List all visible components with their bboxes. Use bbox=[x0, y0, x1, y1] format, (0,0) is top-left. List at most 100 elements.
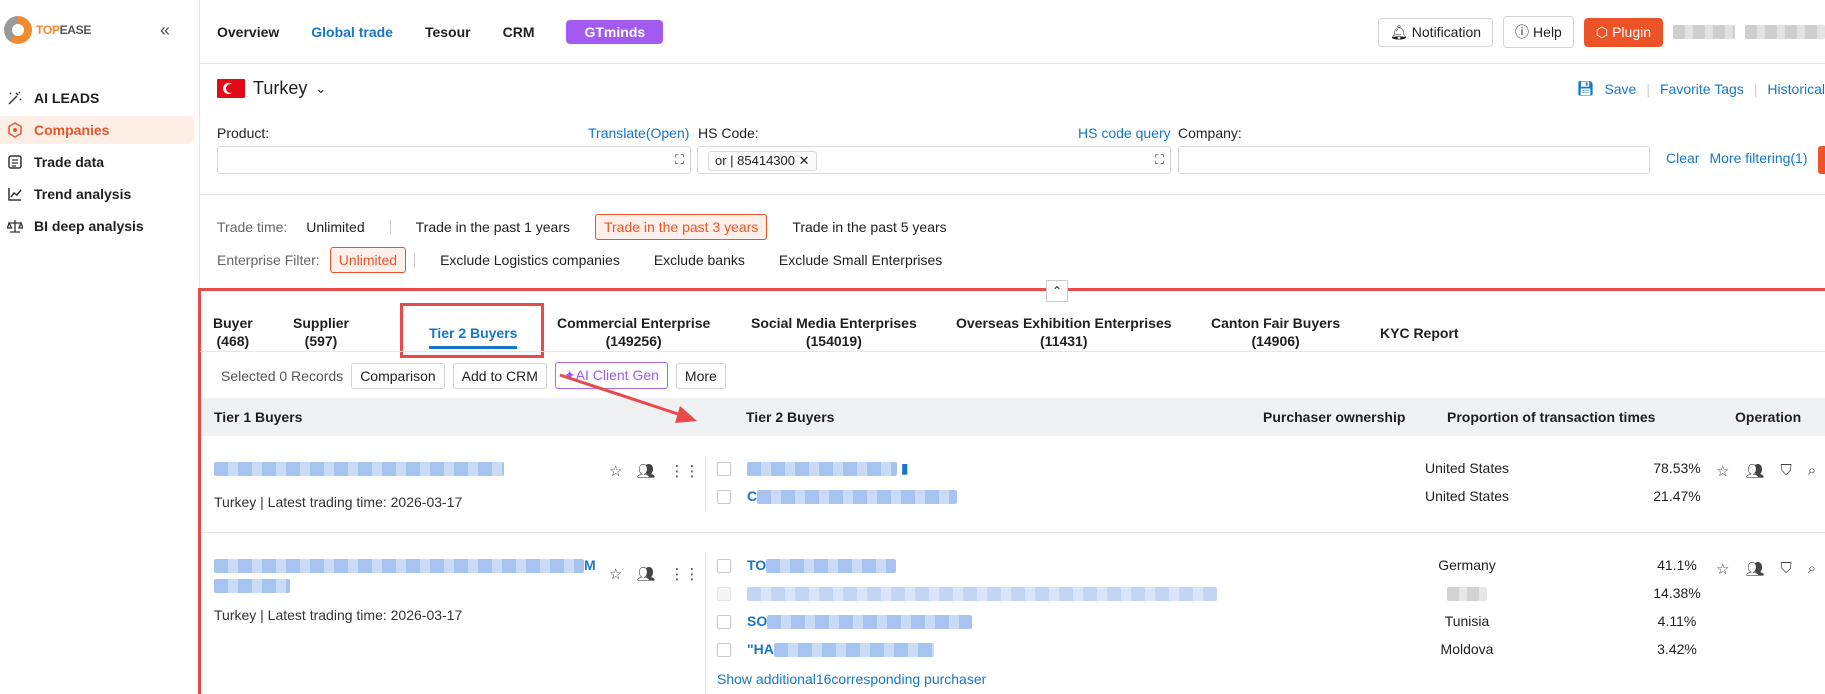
favorite-tags-link[interactable]: Favorite Tags bbox=[1660, 81, 1744, 97]
row-divider bbox=[705, 553, 706, 694]
exclude-logistics[interactable]: Exclude Logistics companies bbox=[431, 247, 629, 273]
trade-time-unlimited[interactable]: Unlimited bbox=[297, 214, 373, 240]
gtminds-button[interactable]: GTminds bbox=[566, 20, 664, 44]
trade-data-icon bbox=[6, 153, 24, 171]
star-icon[interactable]: ☆ bbox=[1716, 462, 1729, 480]
tab-tier-2-buyers[interactable]: Tier 2 Buyers bbox=[429, 324, 517, 342]
header-proportion: Proportion of transaction times bbox=[1447, 409, 1656, 425]
shield-icon[interactable]: ⛉ bbox=[1781, 560, 1792, 578]
tier2-buyer-name[interactable]: SO bbox=[747, 613, 973, 630]
more-button[interactable]: More bbox=[675, 362, 726, 389]
search-icon[interactable]: ⌕ bbox=[1808, 462, 1816, 480]
nav-overview[interactable]: Overview bbox=[217, 24, 279, 40]
country-selector[interactable]: Turkey ⌄ bbox=[217, 78, 326, 99]
hs-code-query-link[interactable]: HS code query bbox=[1078, 125, 1171, 141]
tab-label: Buyer bbox=[213, 315, 253, 331]
operation-icons: ☆ 👥︎ ⛉ ⌕ bbox=[1716, 560, 1816, 578]
plugin-icon: ⬡ bbox=[1595, 23, 1609, 40]
tier1-buyer-name[interactable]: M bbox=[214, 557, 596, 574]
tab-label: Canton Fair Buyers bbox=[1211, 315, 1341, 331]
contacts-icon[interactable]: 👥︎ bbox=[636, 462, 655, 480]
star-icon[interactable]: ☆ bbox=[609, 462, 622, 480]
search-icon[interactable]: ⌕ bbox=[1808, 560, 1816, 578]
more-filtering-link[interactable]: More filtering(1) bbox=[1709, 150, 1807, 166]
ai-leads-icon bbox=[6, 89, 24, 107]
tab-canton-fair-buyers[interactable]: Canton Fair Buyers (14906) bbox=[1211, 314, 1340, 350]
nav-crm[interactable]: CRM bbox=[503, 24, 535, 40]
sidebar-item-trade-data[interactable]: Trade data bbox=[0, 148, 194, 176]
drag-handle-icon[interactable]: ⋮⋮ bbox=[670, 565, 700, 583]
tab-overseas-exhibition[interactable]: Overseas Exhibition Enterprises (11431) bbox=[956, 314, 1172, 350]
help-button[interactable]: ⓘ Help bbox=[1503, 16, 1574, 48]
tab-supplier[interactable]: Supplier (597) bbox=[293, 314, 349, 350]
trade-time-label: Trade time: bbox=[217, 219, 288, 235]
row-checkbox[interactable] bbox=[717, 587, 731, 601]
row-checkbox[interactable] bbox=[717, 490, 731, 504]
tab-commercial-enterprise[interactable]: Commercial Enterprise (149256) bbox=[557, 314, 710, 350]
hs-code-tag[interactable]: or | 85414300 ✕ bbox=[708, 151, 817, 171]
plugin-button[interactable]: ⬡ Plugin bbox=[1583, 17, 1663, 47]
user-account-redacted[interactable] bbox=[1745, 25, 1825, 39]
row-checkbox[interactable] bbox=[717, 615, 731, 629]
expand-icon[interactable]: ⛶ bbox=[675, 152, 684, 168]
row-checkbox[interactable] bbox=[717, 559, 731, 573]
row-checkbox[interactable] bbox=[717, 643, 731, 657]
nav-global-trade[interactable]: Global trade bbox=[311, 24, 393, 40]
product-input[interactable]: ⛶ bbox=[217, 146, 691, 174]
ai-client-gen-button[interactable]: ✦AI Client Gen bbox=[554, 362, 668, 389]
tab-kyc-report[interactable]: KYC Report bbox=[1380, 324, 1459, 342]
exclude-banks[interactable]: Exclude banks bbox=[645, 247, 754, 273]
tab-social-media-enterprises[interactable]: Social Media Enterprises (154019) bbox=[751, 314, 917, 350]
row-checkbox[interactable] bbox=[717, 462, 731, 476]
translate-link[interactable]: Translate(Open) bbox=[588, 125, 689, 141]
tier1-buyer-name-redacted[interactable] bbox=[214, 579, 290, 593]
trade-time-3-years[interactable]: Trade in the past 3 years bbox=[594, 214, 768, 240]
tab-count: (149256) bbox=[605, 333, 662, 349]
user-name-redacted[interactable] bbox=[1673, 25, 1735, 39]
notification-button[interactable]: 🔔︎ Notification bbox=[1378, 17, 1494, 47]
turkey-flag-icon bbox=[217, 79, 245, 98]
filter-links: Clear More filtering(1) bbox=[1666, 150, 1808, 166]
tier2-buyer-name[interactable]: TO bbox=[747, 557, 897, 574]
comparison-button[interactable]: Comparison bbox=[351, 362, 445, 389]
hs-code-input[interactable]: or | 85414300 ✕ ⛶ bbox=[697, 146, 1171, 174]
shield-icon[interactable]: ⛉ bbox=[1781, 462, 1792, 480]
notification-label: Notification bbox=[1411, 24, 1482, 40]
add-to-crm-button[interactable]: Add to CRM bbox=[452, 362, 547, 389]
sidebar-item-trend-analysis[interactable]: Trend analysis bbox=[0, 180, 194, 208]
sidebar-item-bi-deep-analysis[interactable]: BI deep analysis bbox=[0, 212, 194, 240]
star-icon[interactable]: ☆ bbox=[1716, 560, 1729, 578]
tier2-buyer-name[interactable] bbox=[747, 585, 1217, 602]
logo[interactable]: TOPEASE bbox=[4, 16, 91, 44]
tab-buyer[interactable]: Buyer (468) bbox=[213, 314, 253, 350]
close-icon[interactable]: ✕ bbox=[799, 153, 810, 168]
drag-handle-icon[interactable]: ⋮⋮ bbox=[670, 462, 700, 480]
save-button[interactable]: Save bbox=[1604, 81, 1636, 97]
tier1-buyer-name-redacted[interactable] bbox=[214, 462, 504, 476]
expand-icon[interactable]: ⛶ bbox=[1155, 152, 1164, 168]
clear-link[interactable]: Clear bbox=[1666, 150, 1699, 166]
enterprise-unlimited[interactable]: Unlimited bbox=[329, 247, 407, 273]
chevron-up-icon[interactable]: ⌃ bbox=[1046, 280, 1068, 302]
star-icon[interactable]: ☆ bbox=[609, 565, 622, 583]
search-button[interactable] bbox=[1818, 146, 1825, 174]
tier2-buyer-name[interactable]: "HA bbox=[747, 641, 934, 658]
historical-link[interactable]: Historical bbox=[1767, 81, 1825, 97]
company-input[interactable] bbox=[1178, 146, 1650, 174]
nav-tesour[interactable]: Tesour bbox=[425, 24, 471, 40]
tier2-buyer-name[interactable]: ▮ bbox=[747, 460, 909, 477]
tier2-buyer-row: ▮ United States 78.53% bbox=[717, 458, 1817, 482]
header-tier1: Tier 1 Buyers bbox=[214, 409, 303, 425]
collapse-sidebar-icon[interactable]: « bbox=[160, 20, 170, 41]
tier2-buyer-name[interactable]: C bbox=[747, 488, 958, 505]
tab-label: Tier 2 Buyers bbox=[429, 325, 518, 341]
sidebar-item-ai-leads[interactable]: AI LEADS bbox=[0, 84, 194, 112]
trade-time-1-year[interactable]: Trade in the past 1 years bbox=[407, 214, 579, 240]
sidebar-item-companies[interactable]: Companies bbox=[0, 116, 194, 144]
contacts-icon[interactable]: 👥︎ bbox=[1745, 560, 1764, 578]
trade-time-5-years[interactable]: Trade in the past 5 years bbox=[783, 214, 955, 240]
show-more-purchasers-link[interactable]: Show additional16corresponding purchaser bbox=[717, 671, 986, 687]
contacts-icon[interactable]: 👥︎ bbox=[636, 565, 655, 583]
contacts-icon[interactable]: 👥︎ bbox=[1745, 462, 1764, 480]
exclude-small-enterprises[interactable]: Exclude Small Enterprises bbox=[770, 247, 951, 273]
